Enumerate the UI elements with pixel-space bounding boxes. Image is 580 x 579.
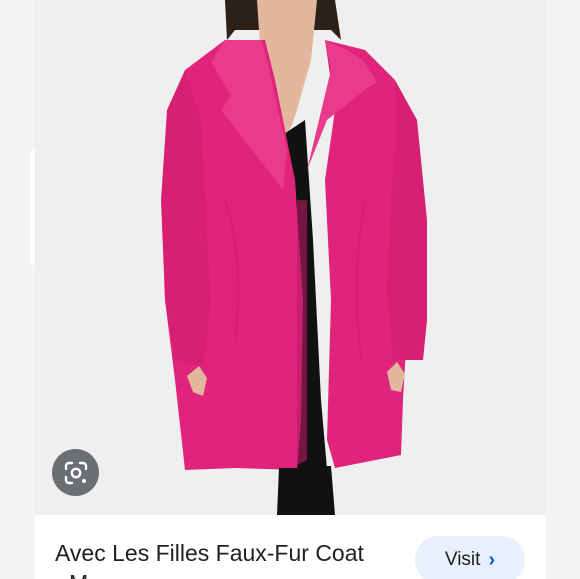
image-viewer[interactable] [35, 0, 546, 515]
right-gutter [546, 0, 580, 579]
visit-button-label: Visit [444, 549, 481, 570]
left-gutter [0, 0, 35, 579]
product-info-card[interactable]: Avec Les Filles Faux-Fur Coat - M... Vis… [35, 515, 546, 579]
product-title-overflow[interactable]: - M... [55, 569, 107, 579]
visit-button[interactable]: Visit › [415, 536, 525, 579]
google-lens-icon [64, 461, 87, 484]
product-image [35, 0, 546, 515]
product-title[interactable]: Avec Les Filles Faux-Fur Coat [55, 539, 405, 567]
chevron-right-icon: › [488, 548, 496, 571]
google-lens-button[interactable] [52, 449, 99, 496]
